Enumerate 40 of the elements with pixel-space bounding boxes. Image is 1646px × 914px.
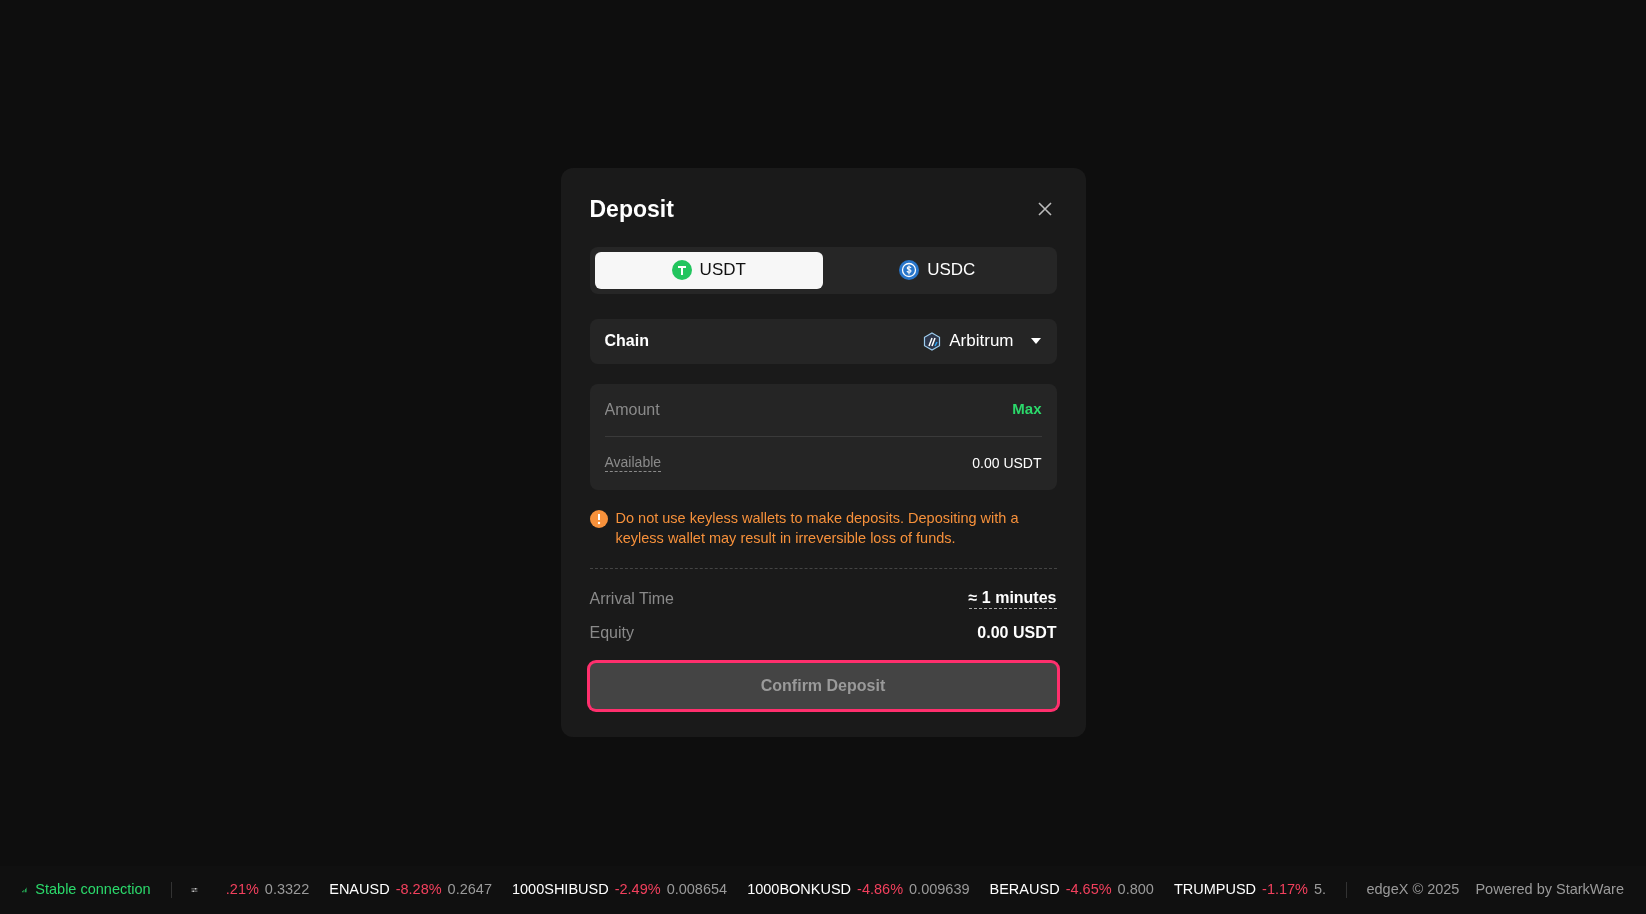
dialog-title: Deposit <box>589 195 674 224</box>
ticker-change: -8.28% <box>395 880 442 900</box>
chain-label: Chain <box>604 331 649 351</box>
ticker-symbol: 1000SHIBUSD <box>511 880 609 900</box>
detail-value: 0.00 USDT <box>977 622 1057 643</box>
detail-label: Arrival Time <box>589 588 674 609</box>
ticker-change: -1.17% <box>1262 880 1308 900</box>
currency-tab[interactable]: USDT <box>594 251 823 289</box>
ticker-symbol: TRUMPUSD <box>1173 880 1257 900</box>
ticker-price: 0.009639 <box>909 880 970 900</box>
available-value: 0.00 USDT <box>972 453 1042 473</box>
chain-selector[interactable]: Chain Arbitrum <box>589 318 1057 364</box>
ticker-symbol: 1000BONKUSD <box>747 880 852 900</box>
ticker-price: 0.008654 <box>666 880 728 900</box>
currency-tab[interactable]: USDC <box>823 251 1052 289</box>
ticker-change: .21% <box>225 880 259 900</box>
chain-value: Arbitrum <box>949 330 1014 353</box>
available-label: Available <box>604 453 662 473</box>
amount-input[interactable]: Amount <box>604 397 905 422</box>
dollar-coin-icon <box>899 260 920 280</box>
ticker-symbol: BERAUSD <box>989 880 1060 900</box>
ticker-change: -4.65% <box>1065 880 1112 900</box>
ticker-change: -2.49% <box>614 880 661 900</box>
ticker-price: 0.800 <box>1117 880 1154 900</box>
dropdown-caret-icon <box>1029 337 1042 345</box>
max-link[interactable]: Max <box>1012 398 1042 421</box>
detail-value: ≈ 1 minutes <box>968 588 1057 609</box>
ticker-symbol: ENAUSD <box>329 880 390 900</box>
warning-text: Do not use keyless wallets to make deposits. Depositing with a keyless wallet may result in irreversible loss of funds. <box>615 508 1020 548</box>
hexagon-logo-icon <box>923 331 942 351</box>
powered-by-text: Powered by StarkWare <box>1475 880 1624 900</box>
ticker-price: 0.3322 <box>264 880 310 900</box>
ticker-change: -4.86% <box>857 880 904 900</box>
ticker-price: 5. <box>1314 880 1327 900</box>
copyright-text: edgeX © 2025 <box>1366 880 1460 900</box>
tether-coin-icon <box>671 260 692 280</box>
warning-icon <box>589 509 608 528</box>
ticker-price: 0.2647 <box>447 880 492 900</box>
connection-status: Stable connection <box>35 880 151 900</box>
detail-label: Equity <box>589 622 634 643</box>
